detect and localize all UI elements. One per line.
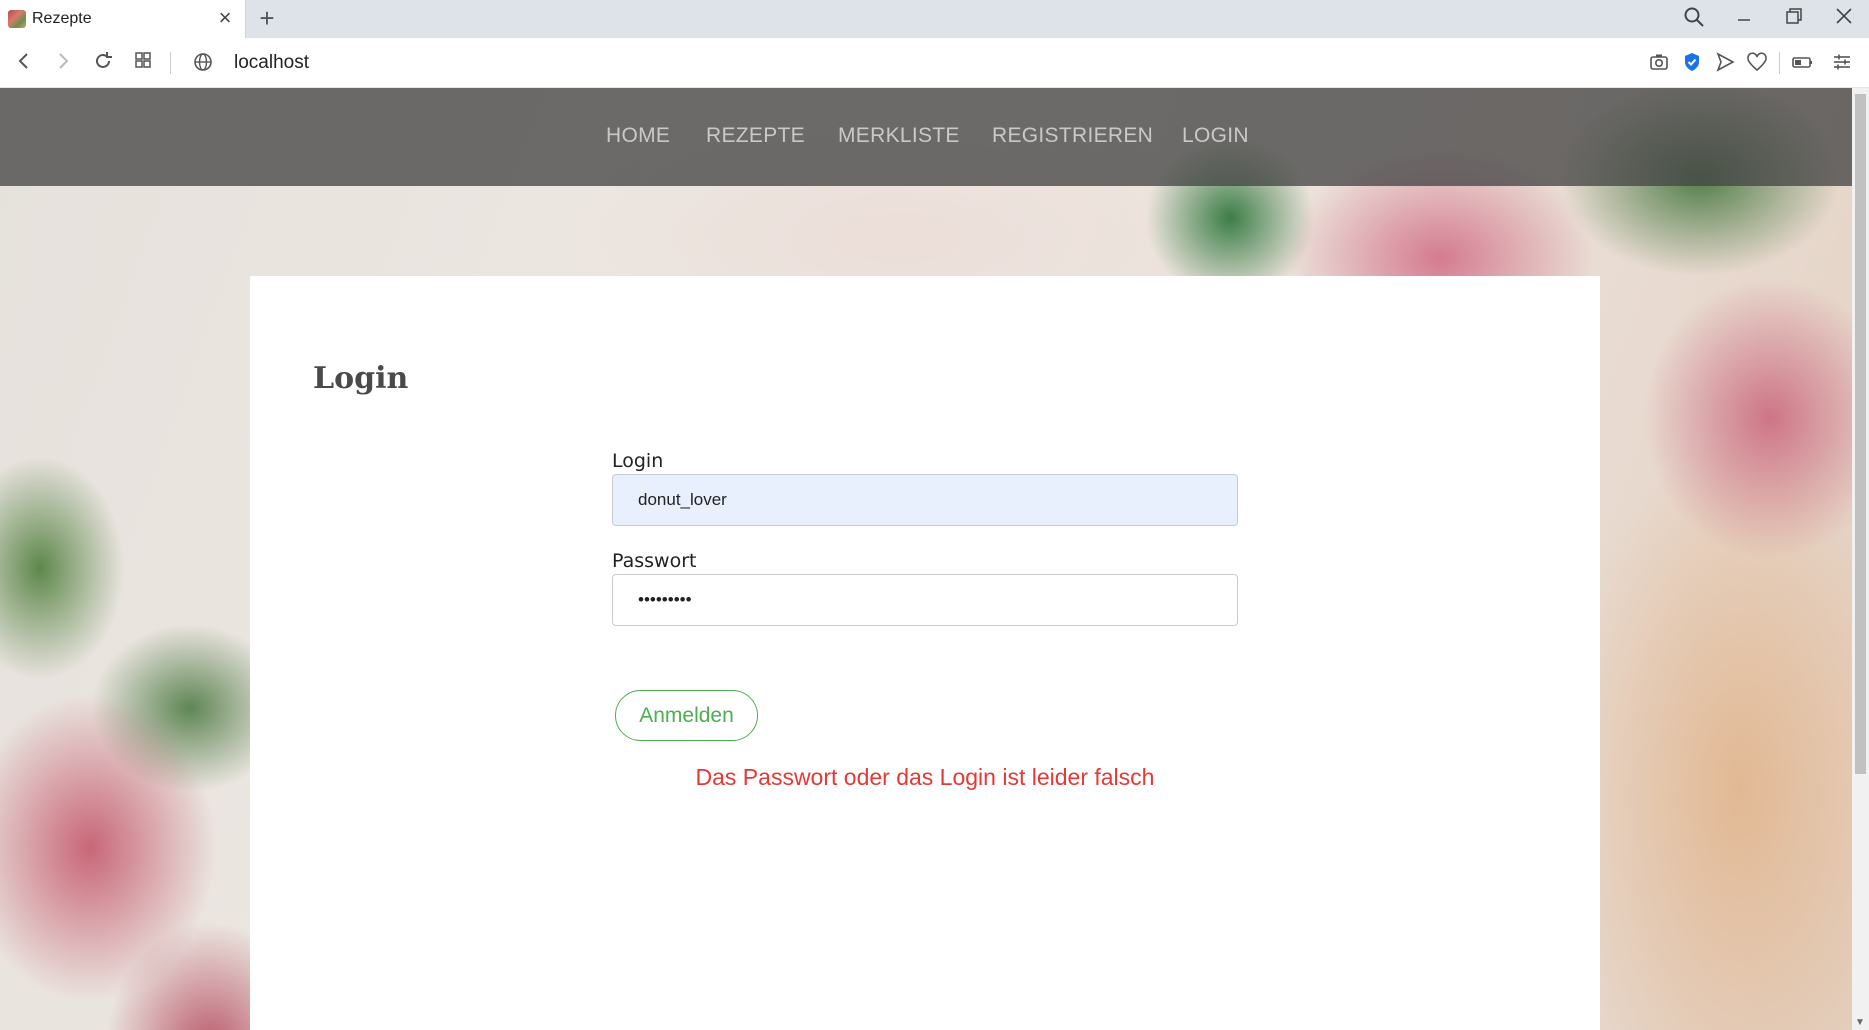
scrollbar[interactable]: ▼	[1852, 88, 1869, 1030]
scrollbar-thumb[interactable]	[1855, 94, 1866, 774]
shield-icon[interactable]	[1680, 50, 1706, 76]
login-label: Login	[612, 450, 664, 472]
minimize-window-icon[interactable]	[1730, 6, 1758, 32]
nav-login[interactable]: LOGIN	[1182, 124, 1249, 148]
anmelden-button[interactable]: Anmelden	[615, 690, 758, 741]
restore-window-icon[interactable]	[1780, 6, 1808, 32]
reload-icon[interactable]	[90, 50, 116, 76]
close-window-icon[interactable]	[1830, 6, 1858, 32]
nav-rezepte[interactable]: REZEPTE	[706, 124, 805, 148]
site-favicon-icon	[8, 10, 26, 28]
close-tab-icon[interactable]: ×	[215, 7, 235, 29]
send-icon[interactable]	[1713, 50, 1739, 76]
error-message: Das Passwort oder das Login ist leider f…	[695, 764, 1155, 790]
camera-icon[interactable]	[1647, 50, 1673, 76]
tab-strip: Rezepte × +	[0, 0, 1869, 38]
login-input[interactable]	[612, 474, 1238, 526]
nav-merkliste[interactable]: MERKLISTE	[838, 124, 960, 148]
forward-icon[interactable]	[50, 50, 76, 76]
url-field[interactable]: localhost	[234, 52, 309, 74]
settings-sliders-icon[interactable]	[1830, 50, 1856, 76]
divider	[170, 52, 171, 74]
password-label: Passwort	[612, 550, 697, 572]
search-tabs-icon[interactable]	[1680, 6, 1708, 32]
nav-registrieren[interactable]: REGISTRIEREN	[992, 124, 1153, 148]
new-tab-button[interactable]: +	[254, 5, 280, 32]
site-navigation: HOME REZEPTE MERKLISTE REGISTRIEREN LOGI…	[0, 88, 1852, 186]
address-bar: localhost	[0, 38, 1869, 88]
tab-title: Rezepte	[32, 10, 92, 27]
browser-tab[interactable]: Rezepte ×	[0, 0, 246, 38]
page-background: HOME REZEPTE MERKLISTE REGISTRIEREN LOGI…	[0, 88, 1869, 1030]
password-input[interactable]	[612, 574, 1238, 626]
tab-grid-icon[interactable]	[130, 50, 156, 76]
page-title: Login	[313, 361, 409, 396]
divider	[1779, 52, 1780, 74]
login-card: Login Login Passwort Anmelden Das Passwo…	[250, 276, 1600, 1030]
heart-icon[interactable]	[1745, 50, 1771, 76]
globe-icon[interactable]	[192, 51, 216, 75]
scroll-down-icon[interactable]: ▼	[1855, 1017, 1865, 1028]
back-icon[interactable]	[11, 50, 37, 76]
battery-icon[interactable]	[1790, 50, 1816, 76]
nav-home[interactable]: HOME	[606, 124, 670, 148]
